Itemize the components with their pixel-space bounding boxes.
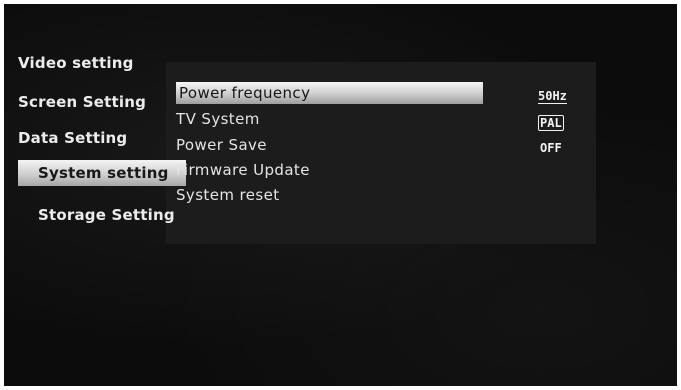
power-save-value: OFF xyxy=(540,141,562,155)
submenu-item-label: Power frequency xyxy=(179,84,311,102)
menu-item-video-setting[interactable]: Video setting xyxy=(18,52,158,74)
menu-item-label: Data Setting xyxy=(18,129,128,147)
submenu-item-label: TV System xyxy=(176,110,260,128)
menu-item-system-setting[interactable]: System setting xyxy=(18,160,186,186)
submenu-item-firmware-update[interactable]: Firmware Update xyxy=(176,160,310,180)
power-frequency-value: 50Hz xyxy=(538,89,567,104)
settings-screen: Video setting Screen Setting Data Settin… xyxy=(4,4,677,386)
menu-item-data-setting[interactable]: Data Setting xyxy=(18,127,166,149)
menu-item-label: System setting xyxy=(38,164,169,182)
menu-item-label: Storage Setting xyxy=(38,206,175,224)
submenu-item-label: Power Save xyxy=(176,136,267,154)
submenu-item-label: System reset xyxy=(176,186,280,204)
menu-item-screen-setting[interactable]: Screen Setting xyxy=(18,91,166,113)
menu-item-label: Video setting xyxy=(18,54,134,72)
menu-item-label: Screen Setting xyxy=(18,93,147,111)
submenu-item-system-reset[interactable]: System reset xyxy=(176,185,280,205)
menu-item-storage-setting[interactable]: Storage Setting xyxy=(38,204,186,226)
submenu-item-power-save[interactable]: Power Save xyxy=(176,135,267,155)
submenu-item-tv-system[interactable]: TV System xyxy=(176,109,260,129)
submenu-item-power-frequency[interactable]: Power frequency xyxy=(176,82,483,104)
tv-system-value: PAL xyxy=(538,115,564,131)
submenu-item-label: Firmware Update xyxy=(176,161,310,179)
